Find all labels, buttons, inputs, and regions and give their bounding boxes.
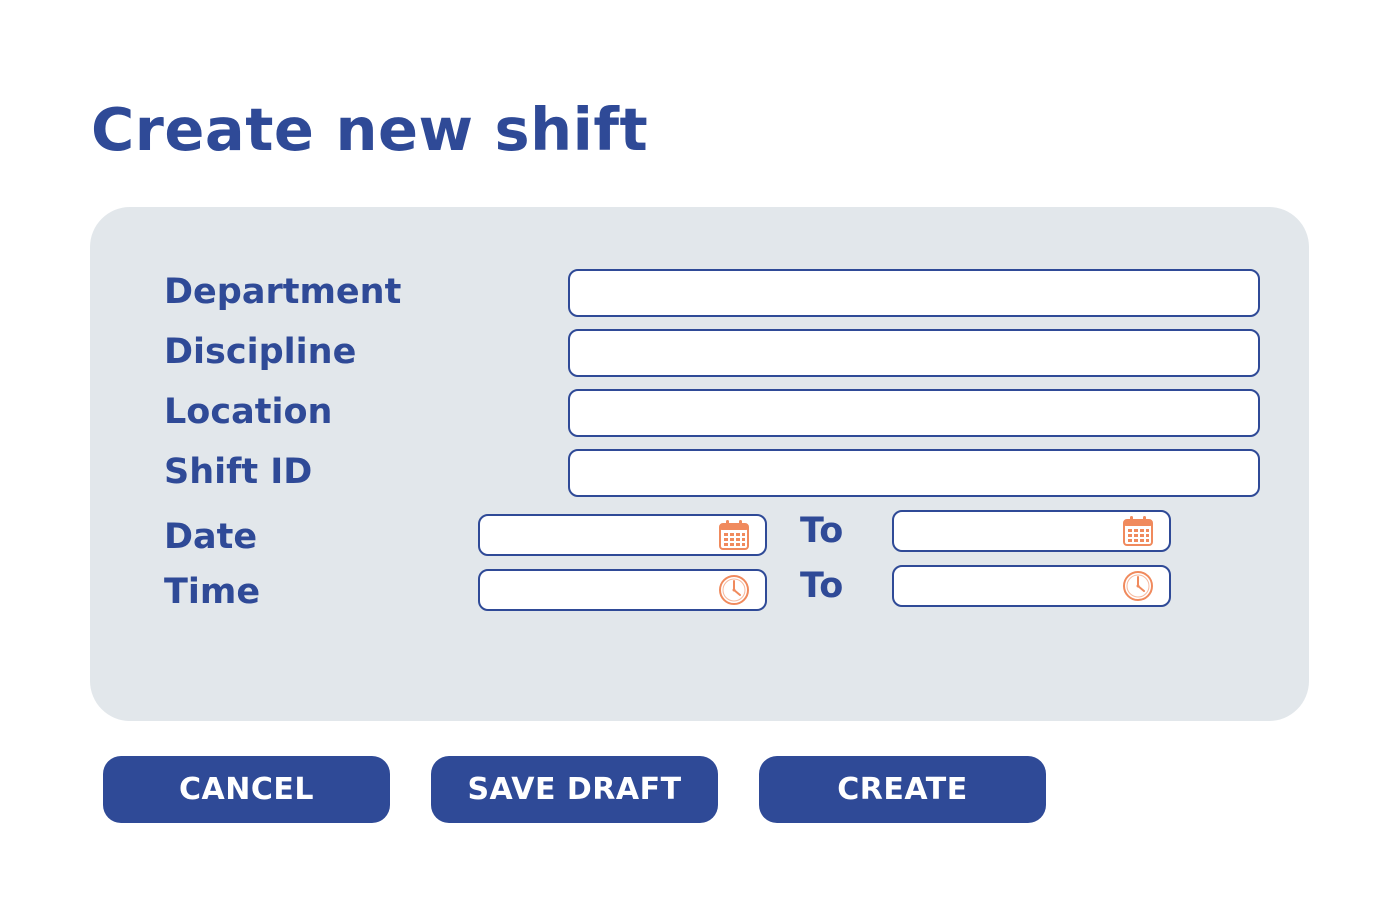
time-from-field <box>478 569 767 611</box>
shift-id-label: Shift ID <box>164 452 313 492</box>
date-to-label: To <box>800 511 844 551</box>
time-from-input[interactable] <box>480 571 713 609</box>
time-to-input[interactable] <box>894 567 1117 605</box>
time-to-field <box>892 565 1171 607</box>
date-from-input[interactable] <box>480 516 713 554</box>
time-label: Time <box>164 572 261 612</box>
clock-icon[interactable] <box>1121 569 1155 603</box>
save-draft-button[interactable]: SAVE DRAFT <box>431 756 718 823</box>
date-to-input[interactable] <box>894 512 1117 550</box>
create-button[interactable]: CREATE <box>759 756 1046 823</box>
discipline-input[interactable] <box>568 329 1260 377</box>
date-label: Date <box>164 517 258 557</box>
cancel-button[interactable]: CANCEL <box>103 756 390 823</box>
page-title: Create new shift <box>91 95 649 164</box>
clock-icon[interactable] <box>717 573 751 607</box>
shift-form-panel: Department Discipline Location Shift ID … <box>90 207 1309 721</box>
calendar-icon[interactable] <box>1121 514 1155 548</box>
department-label: Department <box>164 272 402 312</box>
date-to-field <box>892 510 1171 552</box>
calendar-icon[interactable] <box>717 518 751 552</box>
shift-id-input[interactable] <box>568 449 1260 497</box>
time-to-label: To <box>800 566 844 606</box>
location-input[interactable] <box>568 389 1260 437</box>
discipline-label: Discipline <box>164 332 357 372</box>
date-from-field <box>478 514 767 556</box>
location-label: Location <box>164 392 333 432</box>
department-input[interactable] <box>568 269 1260 317</box>
